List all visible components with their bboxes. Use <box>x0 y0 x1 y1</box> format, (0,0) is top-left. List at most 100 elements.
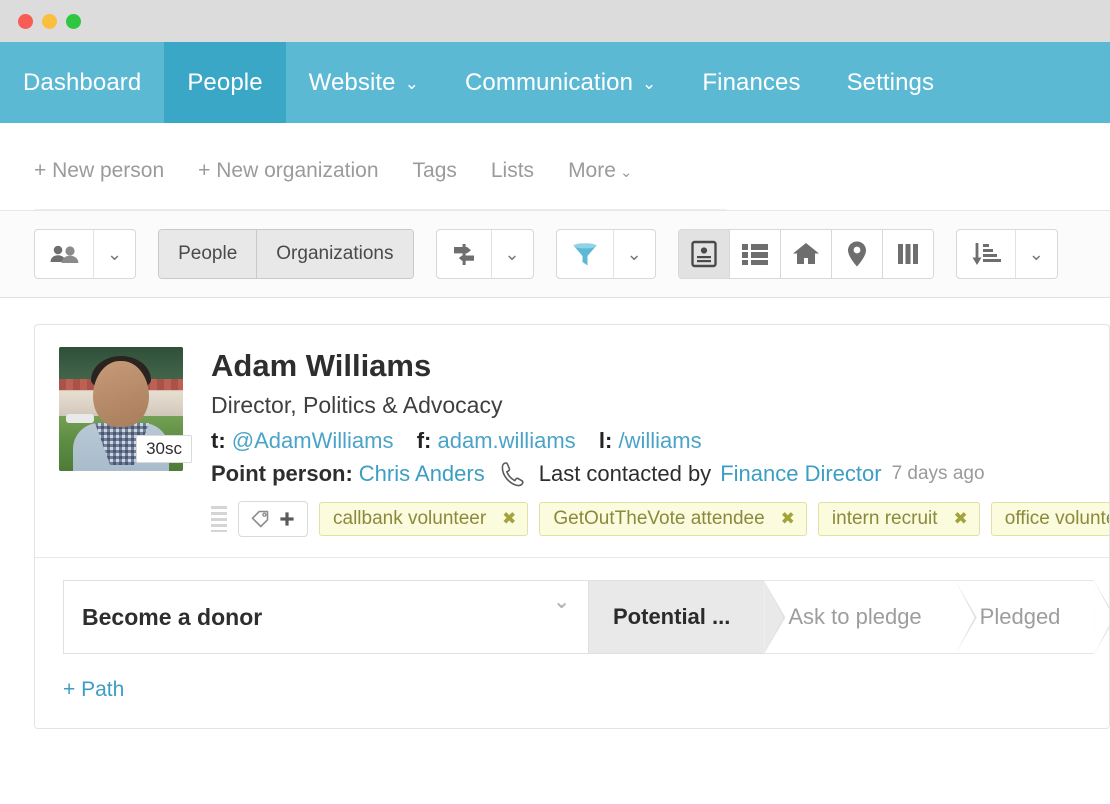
plus-icon <box>279 511 295 527</box>
map-pin-icon <box>846 240 868 268</box>
nav-label-communication: Communication <box>464 68 634 96</box>
path-step-potential[interactable]: Potential ... <box>589 580 765 655</box>
nav-item-communication[interactable]: Communication ⌄ <box>442 42 679 123</box>
tags-link[interactable]: Tags <box>413 159 457 183</box>
nav-label-website: Website <box>308 68 396 96</box>
add-tag-button[interactable] <box>238 501 308 538</box>
person-point-person-row: Point person: Chris Anders Last contacte… <box>211 460 1109 488</box>
nav-item-people[interactable]: People <box>164 42 286 123</box>
results-area: 30sc Adam Williams Director, Politics & … <box>0 298 1110 730</box>
tag-chip[interactable]: GetOutTheVote attendee ✖ <box>539 502 807 537</box>
window-titlebar <box>0 0 1110 42</box>
linkedin-prefix: l: <box>598 427 613 453</box>
main-navigation: Dashboard People Website ⌄ Communication… <box>0 42 1110 123</box>
linkedin-handle[interactable]: /williams <box>618 428 701 453</box>
nav-item-dashboard[interactable]: Dashboard <box>0 42 164 123</box>
list-icon <box>741 242 769 266</box>
remove-tag-icon[interactable]: ✖ <box>502 509 516 529</box>
tag-label: callbank volunteer <box>333 508 487 530</box>
chevron-down-icon: ⌄ <box>1028 244 1044 264</box>
nav-label-settings: Settings <box>846 68 935 96</box>
tag-icon <box>251 510 271 528</box>
signpost-icon[interactable] <box>437 230 492 278</box>
toggle-organizations[interactable]: Organizations <box>257 230 413 278</box>
person-name: Adam Williams <box>211 348 432 383</box>
signpost-dropdown-caret[interactable]: ⌄ <box>492 230 533 278</box>
toggle-people[interactable]: People <box>159 230 258 278</box>
remove-tag-icon[interactable]: ✖ <box>781 509 795 529</box>
path-title-label: Become a donor <box>82 603 263 630</box>
maximize-window-button[interactable] <box>66 13 81 29</box>
twitter-prefix: t: <box>211 427 226 453</box>
signpost-dropdown[interactable]: ⌄ <box>435 229 534 279</box>
point-person-label: Point person: <box>211 460 353 486</box>
drag-handle-icon[interactable] <box>211 506 227 533</box>
filter-dropdown-caret[interactable]: ⌄ <box>614 230 655 278</box>
lists-link[interactable]: Lists <box>491 159 534 183</box>
chevron-down-icon: ⌄ <box>626 244 642 264</box>
minimize-window-button[interactable] <box>42 13 57 29</box>
contact-card-icon <box>690 240 717 268</box>
house-icon <box>792 241 820 267</box>
avatar-score-badge: 30sc <box>136 435 192 463</box>
tags-row: callbank volunteer ✖ GetOutTheVote atten… <box>211 487 1109 541</box>
columns-icon <box>895 241 921 267</box>
tag-label: office volunteer <box>1004 508 1109 530</box>
filter-dropdown[interactable]: ⌄ <box>555 229 656 279</box>
nav-label-people: People <box>187 68 263 96</box>
last-contacted-ago: 7 days ago <box>891 462 985 484</box>
list-toolbar: ⌄ People Organizations ⌄ ⌄ ⌄ <box>0 210 1110 298</box>
new-organization-link[interactable]: + New organization <box>198 159 378 183</box>
view-mode-list[interactable] <box>729 230 781 278</box>
person-card-header: 30sc Adam Williams Director, Politics & … <box>35 325 1109 559</box>
chevron-down-icon: ⌄ <box>107 244 123 264</box>
app-window: Dashboard People Website ⌄ Communication… <box>0 0 1110 804</box>
tag-label: GetOutTheVote attendee <box>553 508 765 530</box>
more-link[interactable]: More ⌄ <box>568 159 632 183</box>
chevron-down-icon: ⌄ <box>642 74 657 93</box>
point-person-value[interactable]: Chris Anders <box>359 460 485 488</box>
view-mode-house[interactable] <box>780 230 832 278</box>
sort-dropdown[interactable]: ⌄ <box>955 229 1058 279</box>
view-mode-map[interactable] <box>831 230 883 278</box>
path-step-ask-to-pledge[interactable]: Ask to pledge <box>764 580 956 655</box>
remove-tag-icon[interactable]: ✖ <box>954 509 968 529</box>
chevron-down-icon: ⌄ <box>504 244 520 264</box>
last-contacted-by[interactable]: Finance Director <box>720 460 881 488</box>
chevron-down-icon[interactable]: ⌄ <box>553 589 570 614</box>
traffic-light-group <box>18 13 81 29</box>
sort-descending-icon[interactable] <box>957 230 1016 278</box>
facebook-handle[interactable]: adam.williams <box>438 428 576 453</box>
view-mode-columns[interactable] <box>882 230 933 278</box>
view-mode-contact-card[interactable] <box>678 230 730 278</box>
people-dropdown-caret[interactable]: ⌄ <box>94 230 135 278</box>
person-job-title: Director, Politics & Advocacy <box>211 392 503 419</box>
people-icon[interactable] <box>35 230 94 278</box>
person-social-handles: t: @AdamWilliams f: adam.williams l: /wi… <box>211 428 1109 454</box>
add-path-link[interactable]: + Path <box>35 654 124 728</box>
phone-icon <box>501 461 525 487</box>
more-label: More <box>568 159 616 182</box>
entity-type-toggle: People Organizations <box>158 229 414 279</box>
tag-label: intern recruit <box>831 508 938 530</box>
sub-action-bar: + New person + New organization Tags Lis… <box>0 123 1110 210</box>
funnel-icon[interactable] <box>557 230 614 278</box>
twitter-handle[interactable]: @AdamWilliams <box>232 428 394 453</box>
tag-chip[interactable]: intern recruit ✖ <box>817 502 980 537</box>
close-window-button[interactable] <box>18 13 33 29</box>
new-person-link[interactable]: + New person <box>34 159 164 183</box>
last-contacted-prefix: Last contacted by <box>538 460 712 486</box>
path-title[interactable]: Become a donor ⌄ <box>63 580 589 655</box>
nav-item-website[interactable]: Website ⌄ <box>286 42 442 123</box>
tag-chip[interactable]: callbank volunteer ✖ <box>319 502 529 537</box>
sort-dropdown-caret[interactable]: ⌄ <box>1016 230 1057 278</box>
nav-item-settings[interactable]: Settings <box>824 42 958 123</box>
tag-chip[interactable]: office volunteer ✖ <box>990 502 1109 537</box>
people-filter-dropdown[interactable]: ⌄ <box>34 229 137 279</box>
nav-label-finances: Finances <box>702 68 801 96</box>
nav-item-finances[interactable]: Finances <box>679 42 823 123</box>
person-details: Adam Williams Director, Politics & Advoc… <box>211 347 1109 541</box>
path-steps: Potential ... Ask to pledge Pledged <box>589 580 1095 655</box>
chevron-down-icon: ⌄ <box>619 164 633 181</box>
path-step-label: Potential ... <box>613 604 731 630</box>
